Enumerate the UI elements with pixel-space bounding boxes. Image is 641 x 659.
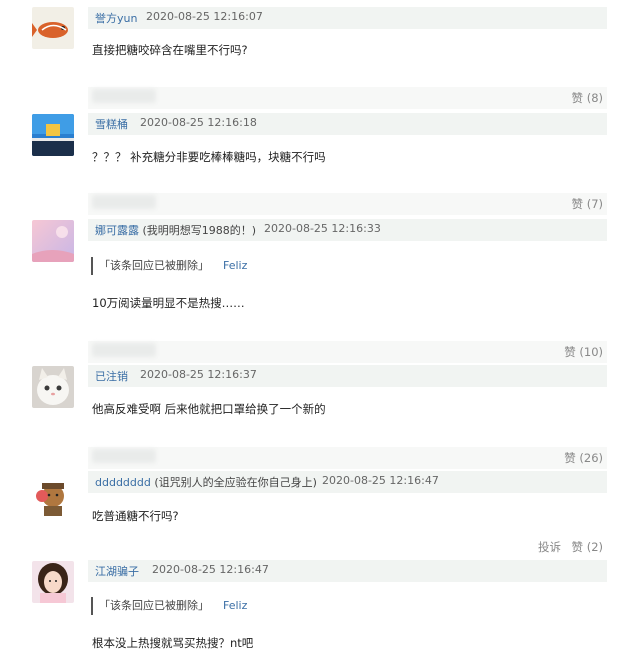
user-note: (我明明想写1988的！) bbox=[142, 224, 257, 237]
redacted-text bbox=[92, 89, 156, 103]
quoted-author-link[interactable]: Feliz bbox=[223, 259, 247, 272]
comment-time: 2020-08-25 12:16:07 bbox=[146, 10, 263, 23]
quoted-reply: 「该条回应已被删除」 Feliz bbox=[91, 597, 247, 615]
comment-time: 2020-08-25 12:16:37 bbox=[140, 368, 257, 381]
comment-text: 10万阅读量明显不是热搜…… bbox=[92, 296, 245, 310]
comment-time: 2020-08-25 12:16:33 bbox=[264, 222, 381, 235]
avatar[interactable] bbox=[32, 474, 74, 516]
comment-footer: 投诉 赞 (2) bbox=[88, 536, 607, 558]
quoted-text: 「该条回应已被删除」 bbox=[99, 599, 209, 612]
comment-text: 吃普通糖不行吗? bbox=[92, 509, 179, 523]
quoted-reply: 「该条回应已被删除」 Feliz bbox=[91, 257, 247, 275]
username-link[interactable]: 娜可露露 (我明明想写1988的！) bbox=[95, 222, 256, 238]
like-button[interactable]: 赞 (8) bbox=[572, 90, 603, 106]
redacted-text bbox=[92, 449, 156, 463]
comment-header: 江湖骗子 2020-08-25 12:16:47 bbox=[88, 560, 607, 582]
redacted-text bbox=[92, 343, 156, 357]
comment-footer: 赞 (10) bbox=[88, 341, 607, 363]
comment-text: 直接把糖咬碎含在嘴里不行吗? bbox=[92, 43, 248, 57]
comment-footer: 赞 (26) bbox=[88, 447, 607, 469]
quoted-author-link[interactable]: Feliz bbox=[223, 599, 247, 612]
avatar[interactable] bbox=[32, 7, 74, 49]
username-link[interactable]: 江湖骗子 bbox=[95, 563, 139, 579]
avatar[interactable] bbox=[32, 220, 74, 262]
comment-header: dddddddd (诅咒别人的全应验在你自己身上) 2020-08-25 12:… bbox=[88, 471, 607, 493]
like-button[interactable]: 赞 (7) bbox=[572, 196, 603, 212]
username-link[interactable]: 雪糕桶 bbox=[95, 116, 128, 132]
comment-header: 誉方yun 2020-08-25 12:16:07 bbox=[88, 7, 607, 29]
like-button[interactable]: 赞 (10) bbox=[564, 344, 603, 360]
avatar[interactable] bbox=[32, 114, 74, 156]
quoted-text: 「该条回应已被删除」 bbox=[99, 259, 209, 272]
comment-text: 根本没上热搜就骂买热搜？nt吧 bbox=[92, 636, 254, 650]
like-button[interactable]: 赞 (2) bbox=[572, 539, 603, 555]
comment-time: 2020-08-25 12:16:47 bbox=[152, 563, 269, 576]
username-link[interactable]: dddddddd (诅咒别人的全应验在你自己身上) bbox=[95, 474, 317, 490]
comment-footer: 赞 (7) bbox=[88, 193, 607, 215]
comment-text: ？？？ 补充糖分非要吃棒棒糖吗，块糖不行吗 bbox=[92, 150, 326, 164]
comment-time: 2020-08-25 12:16:47 bbox=[322, 474, 439, 487]
avatar[interactable] bbox=[32, 561, 74, 603]
comment-header: 雪糕桶 2020-08-25 12:16:18 bbox=[88, 113, 607, 135]
username-link[interactable]: 誉方yun bbox=[95, 10, 137, 26]
comment-text: 他高反难受啊 后来他就把口罩给换了一个新的 bbox=[92, 402, 326, 416]
user-note: (诅咒别人的全应验在你自己身上) bbox=[154, 476, 317, 489]
like-button[interactable]: 赞 (26) bbox=[564, 450, 603, 466]
comment-header: 已注销 2020-08-25 12:16:37 bbox=[88, 365, 607, 387]
comment-time: 2020-08-25 12:16:18 bbox=[140, 116, 257, 129]
avatar[interactable] bbox=[32, 366, 74, 408]
comment-header: 娜可露露 (我明明想写1988的！) 2020-08-25 12:16:33 bbox=[88, 219, 607, 241]
redacted-text bbox=[92, 195, 156, 209]
username-link[interactable]: 已注销 bbox=[95, 368, 128, 384]
comment-footer: 赞 (8) bbox=[88, 87, 607, 109]
report-button[interactable]: 投诉 bbox=[538, 539, 561, 555]
